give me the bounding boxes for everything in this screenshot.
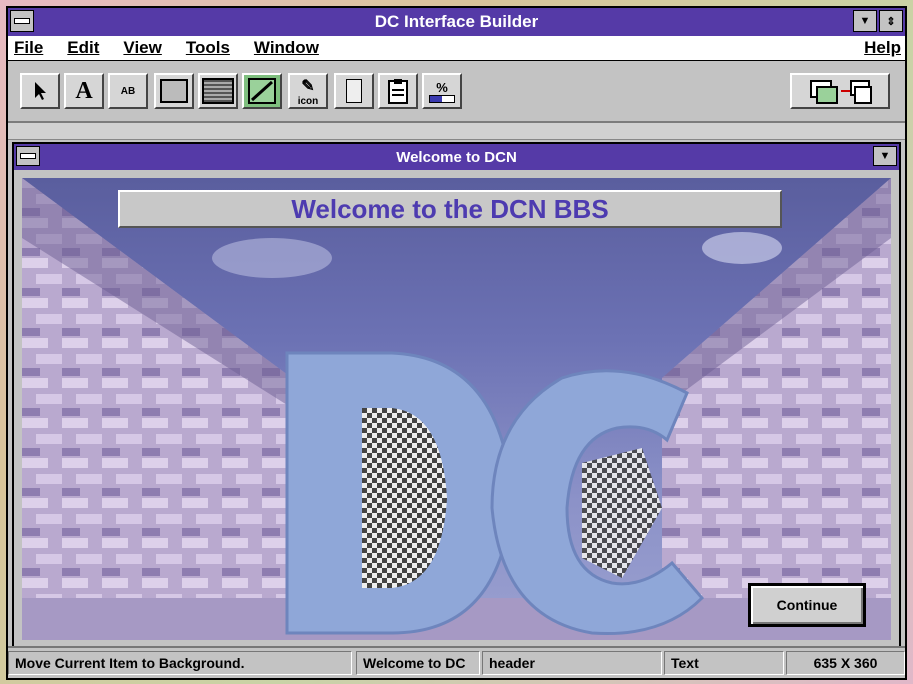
status-item-name: Welcome to DC — [356, 651, 480, 675]
menu-tools[interactable]: Tools — [186, 38, 230, 58]
clipboard-tool[interactable] — [378, 73, 418, 109]
app-window: DC Interface Builder ▼ ⇕ File Edit View … — [6, 6, 907, 680]
welcome-minimize-button[interactable]: ▼ — [873, 146, 897, 166]
welcome-window-title: Welcome to DCN — [396, 148, 517, 166]
menu-view[interactable]: View — [123, 38, 161, 58]
maze-background-image — [22, 178, 891, 640]
clipboard-icon — [388, 79, 408, 104]
line-tool[interactable] — [242, 73, 282, 109]
rectangle-icon — [160, 79, 188, 103]
welcome-banner: Welcome to the DCN BBS — [118, 190, 782, 228]
icon-tool[interactable]: ✎ icon — [288, 73, 328, 109]
progress-tool[interactable]: % — [422, 73, 462, 109]
pointer-tool[interactable] — [20, 73, 60, 109]
menu-bar: File Edit View Tools Window Help — [8, 36, 905, 61]
switch-window-tool[interactable] — [790, 73, 890, 109]
palette-icon: ✎ — [301, 77, 315, 95]
system-menu-button[interactable] — [10, 10, 34, 32]
icon-tool-label: icon — [297, 95, 319, 107]
restore-button[interactable]: ⇕ — [879, 10, 903, 32]
menu-window[interactable]: Window — [254, 38, 319, 58]
minimize-button[interactable]: ▼ — [853, 10, 877, 32]
welcome-system-menu-button[interactable] — [16, 146, 40, 166]
diagonal-line-icon — [248, 78, 276, 104]
list-tool[interactable] — [198, 73, 238, 109]
rectangle-tool[interactable] — [154, 73, 194, 109]
arrow-pointer-icon — [35, 82, 46, 100]
letter-a-icon: A — [75, 77, 93, 104]
label-field-icon: AB — [120, 85, 136, 97]
app-titlebar[interactable]: DC Interface Builder ▼ ⇕ — [8, 8, 905, 36]
welcome-window-titlebar[interactable]: Welcome to DCN ▼ — [14, 144, 899, 170]
ruler-strip — [8, 123, 905, 140]
welcome-window: Welcome to DCN ▼ Welcome to the DCN BBS … — [12, 142, 901, 650]
menu-edit[interactable]: Edit — [67, 38, 99, 58]
status-bar: Move Current Item to Background. Welcome… — [8, 646, 905, 678]
list-box-icon — [202, 78, 234, 104]
text-tool[interactable]: A — [64, 73, 104, 109]
label-field-tool[interactable]: AB — [108, 73, 148, 109]
status-size: 635 X 360 — [786, 651, 905, 675]
button-icon — [346, 79, 362, 103]
status-message: Move Current Item to Background. — [8, 651, 352, 675]
app-title: DC Interface Builder — [374, 12, 539, 31]
continue-button[interactable]: Continue — [748, 583, 866, 627]
window-transfer-icon — [810, 80, 872, 104]
status-kind: Text — [664, 651, 784, 675]
status-item-type: header — [482, 651, 662, 675]
menu-file[interactable]: File — [14, 38, 43, 58]
toolbar: A AB ✎ icon % — [8, 61, 905, 123]
welcome-canvas[interactable]: Welcome to the DCN BBS Continue — [22, 178, 891, 640]
percent-bar-icon — [429, 94, 455, 103]
menu-help[interactable]: Help — [864, 38, 901, 58]
button-tool[interactable] — [334, 73, 374, 109]
percent-icon: % — [436, 79, 448, 95]
